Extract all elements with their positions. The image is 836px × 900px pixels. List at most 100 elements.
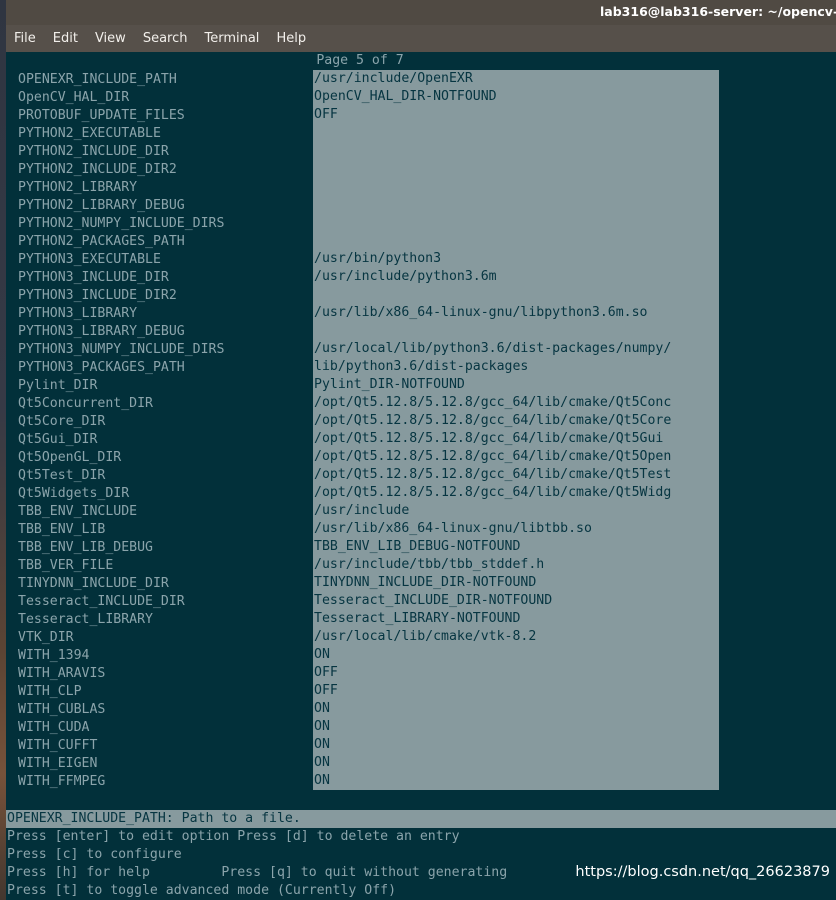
cmake-key-row[interactable]: PYTHON3_NUMPY_INCLUDE_DIRS [18, 341, 308, 359]
terminal-screen[interactable]: Page 5 of 7 OPENEXR_INCLUDE_PATH OpenCV_H… [0, 52, 836, 900]
cmake-key-row[interactable]: PYTHON2_NUMPY_INCLUDE_DIRS [18, 215, 308, 233]
cmake-value-row[interactable]: OFF [313, 106, 719, 124]
cmake-key-row[interactable]: VTK_DIR [18, 629, 308, 647]
cmake-key-row[interactable]: PYTHON2_LIBRARY [18, 179, 308, 197]
cmake-key-row[interactable]: WITH_CUDA [18, 719, 308, 737]
menu-item-edit[interactable]: Edit [53, 31, 78, 46]
cmake-key-row[interactable]: PYTHON3_INCLUDE_DIR2 [18, 287, 308, 305]
cmake-value-row[interactable]: lib/python3.6/dist-packages [313, 358, 719, 376]
cmake-value-row[interactable]: Tesseract_INCLUDE_DIR-NOTFOUND [313, 592, 719, 610]
cmake-value-row[interactable]: /usr/lib/x86_64-linux-gnu/libtbb.so [313, 520, 719, 538]
cmake-value-row[interactable] [313, 214, 719, 232]
cmake-value-row[interactable]: /usr/include/python3.6m [313, 268, 719, 286]
cmake-key-row[interactable]: WITH_EIGEN [18, 755, 308, 773]
cmake-key-row[interactable]: WITH_CLP [18, 683, 308, 701]
cmake-key-row[interactable]: Qt5Gui_DIR [18, 431, 308, 449]
cmake-key-row[interactable]: TBB_VER_FILE [18, 557, 308, 575]
cmake-value-row[interactable] [313, 124, 719, 142]
cmake-value-row[interactable] [313, 232, 719, 250]
cmake-key-row[interactable]: Qt5Concurrent_DIR [18, 395, 308, 413]
cmake-value-row[interactable]: /opt/Qt5.12.8/5.12.8/gcc_64/lib/cmake/Qt… [313, 412, 719, 430]
cmake-key-row[interactable]: PYTHON3_EXECUTABLE [18, 251, 308, 269]
page-indicator: Page 5 of 7 [316, 53, 404, 68]
cmake-value-row[interactable]: /usr/local/lib/python3.6/dist-packages/n… [313, 340, 719, 358]
cmake-value-row[interactable] [313, 286, 719, 304]
window-titlebar: lab316@lab316-server: ~/opencv-3.4.0 [0, 0, 836, 25]
cmake-value-row[interactable]: Tesseract_LIBRARY-NOTFOUND [313, 610, 719, 628]
cmake-value-row[interactable]: /usr/bin/python3 [313, 250, 719, 268]
cmake-value-row[interactable] [313, 142, 719, 160]
menu-item-search[interactable]: Search [143, 31, 188, 46]
cmake-value-row[interactable]: /opt/Qt5.12.8/5.12.8/gcc_64/lib/cmake/Qt… [313, 448, 719, 466]
cmake-key-row[interactable]: PYTHON2_LIBRARY_DEBUG [18, 197, 308, 215]
menu-item-file[interactable]: File [14, 31, 36, 46]
menubar: File Edit View Search Terminal Help [0, 25, 836, 52]
cmake-value-row[interactable] [313, 160, 719, 178]
cmake-key-row[interactable]: PYTHON2_INCLUDE_DIR [18, 143, 308, 161]
cmake-key-row[interactable]: Qt5Core_DIR [18, 413, 308, 431]
cmake-value-row[interactable] [313, 322, 719, 340]
cmake-value-panel[interactable]: /usr/include/OpenEXR OpenCV_HAL_DIR-NOTFO… [313, 70, 719, 790]
cmake-key-row[interactable]: PROTOBUF_UPDATE_FILES [18, 107, 308, 125]
help-line: Press [enter] to edit option Press [d] t… [7, 829, 460, 844]
cmake-value-row[interactable]: OpenCV_HAL_DIR-NOTFOUND [313, 88, 719, 106]
watermark-text: https://blog.csdn.net/qq_26623879 [575, 864, 830, 880]
cmake-value-row[interactable]: ON [313, 754, 719, 772]
cmake-value-row[interactable]: ON [313, 718, 719, 736]
cmake-value-row[interactable]: ON [313, 646, 719, 664]
cmake-value-row[interactable]: /opt/Qt5.12.8/5.12.8/gcc_64/lib/cmake/Qt… [313, 430, 719, 448]
desktop-background-edge [0, 0, 6, 900]
cmake-key-row[interactable]: Tesseract_INCLUDE_DIR [18, 593, 308, 611]
cmake-value-row[interactable]: /usr/include/OpenEXR [313, 70, 719, 88]
cmake-value-row[interactable]: /opt/Qt5.12.8/5.12.8/gcc_64/lib/cmake/Qt… [313, 484, 719, 502]
cmake-key-row[interactable]: WITH_CUBLAS [18, 701, 308, 719]
cmake-key-row[interactable]: WITH_CUFFT [18, 737, 308, 755]
cmake-value-row[interactable]: /usr/lib/x86_64-linux-gnu/libpython3.6m.… [313, 304, 719, 322]
cmake-key-row[interactable]: TBB_ENV_LIB_DEBUG [18, 539, 308, 557]
cmake-value-row[interactable]: OFF [313, 664, 719, 682]
cmake-key-row[interactable]: PYTHON2_EXECUTABLE [18, 125, 308, 143]
cmake-key-row[interactable]: Qt5OpenGL_DIR [18, 449, 308, 467]
menu-item-help[interactable]: Help [276, 31, 306, 46]
cmake-value-row[interactable]: TBB_ENV_LIB_DEBUG-NOTFOUND [313, 538, 719, 556]
cmake-key-row[interactable]: WITH_FFMPEG [18, 773, 308, 791]
cmake-value-row[interactable]: OFF [313, 682, 719, 700]
cmake-value-row[interactable]: Pylint_DIR-NOTFOUND [313, 376, 719, 394]
cmake-value-row[interactable]: /usr/include [313, 502, 719, 520]
cmake-key-row[interactable]: PYTHON3_LIBRARY_DEBUG [18, 323, 308, 341]
cmake-key-row[interactable]: Tesseract_LIBRARY [18, 611, 308, 629]
cmake-value-row[interactable]: TINYDNN_INCLUDE_DIR-NOTFOUND [313, 574, 719, 592]
cmake-key-row[interactable]: Pylint_DIR [18, 377, 308, 395]
cmake-key-row[interactable]: Qt5Test_DIR [18, 467, 308, 485]
cmake-key-row[interactable]: TBB_ENV_INCLUDE [18, 503, 308, 521]
cmake-key-row[interactable]: PYTHON3_PACKAGES_PATH [18, 359, 308, 377]
cmake-key-row[interactable]: TINYDNN_INCLUDE_DIR [18, 575, 308, 593]
cmake-key-row[interactable]: PYTHON2_PACKAGES_PATH [18, 233, 308, 251]
cmake-value-row[interactable] [313, 196, 719, 214]
menu-item-terminal[interactable]: Terminal [204, 31, 259, 46]
terminal-window: lab316@lab316-server: ~/opencv-3.4.0 Fil… [0, 0, 836, 900]
window-title: lab316@lab316-server: ~/opencv-3.4.0 [600, 4, 836, 19]
cmake-value-row[interactable]: ON [313, 772, 719, 790]
cmake-key-column: OPENEXR_INCLUDE_PATH OpenCV_HAL_DIR PROTOB… [18, 71, 308, 791]
cmake-key-row[interactable]: PYTHON3_INCLUDE_DIR [18, 269, 308, 287]
menu-item-view[interactable]: View [95, 31, 126, 46]
cmake-key-row[interactable]: TBB_ENV_LIB [18, 521, 308, 539]
cmake-value-row[interactable]: /usr/include/tbb/tbb_stddef.h [313, 556, 719, 574]
cmake-key-row[interactable]: PYTHON2_INCLUDE_DIR2 [18, 161, 308, 179]
status-bar: OPENEXR_INCLUDE_PATH: Path to a file. [6, 810, 836, 828]
cmake-value-row[interactable]: /opt/Qt5.12.8/5.12.8/gcc_64/lib/cmake/Qt… [313, 394, 719, 412]
help-line: Press [t] to toggle advanced mode (Curre… [7, 883, 397, 898]
cmake-value-row[interactable]: ON [313, 700, 719, 718]
cmake-key-row[interactable]: WITH_1394 [18, 647, 308, 665]
cmake-value-row[interactable]: ON [313, 736, 719, 754]
cmake-key-row[interactable]: OPENEXR_INCLUDE_PATH [18, 71, 308, 89]
cmake-key-row[interactable]: OpenCV_HAL_DIR [18, 89, 308, 107]
cmake-key-row[interactable]: Qt5Widgets_DIR [18, 485, 308, 503]
cmake-key-row[interactable]: PYTHON3_LIBRARY [18, 305, 308, 323]
cmake-key-row[interactable]: WITH_ARAVIS [18, 665, 308, 683]
help-line: Press [c] to configure [7, 847, 182, 862]
cmake-value-row[interactable]: /usr/local/lib/cmake/vtk-8.2 [313, 628, 719, 646]
cmake-value-row[interactable] [313, 178, 719, 196]
cmake-value-row[interactable]: /opt/Qt5.12.8/5.12.8/gcc_64/lib/cmake/Qt… [313, 466, 719, 484]
